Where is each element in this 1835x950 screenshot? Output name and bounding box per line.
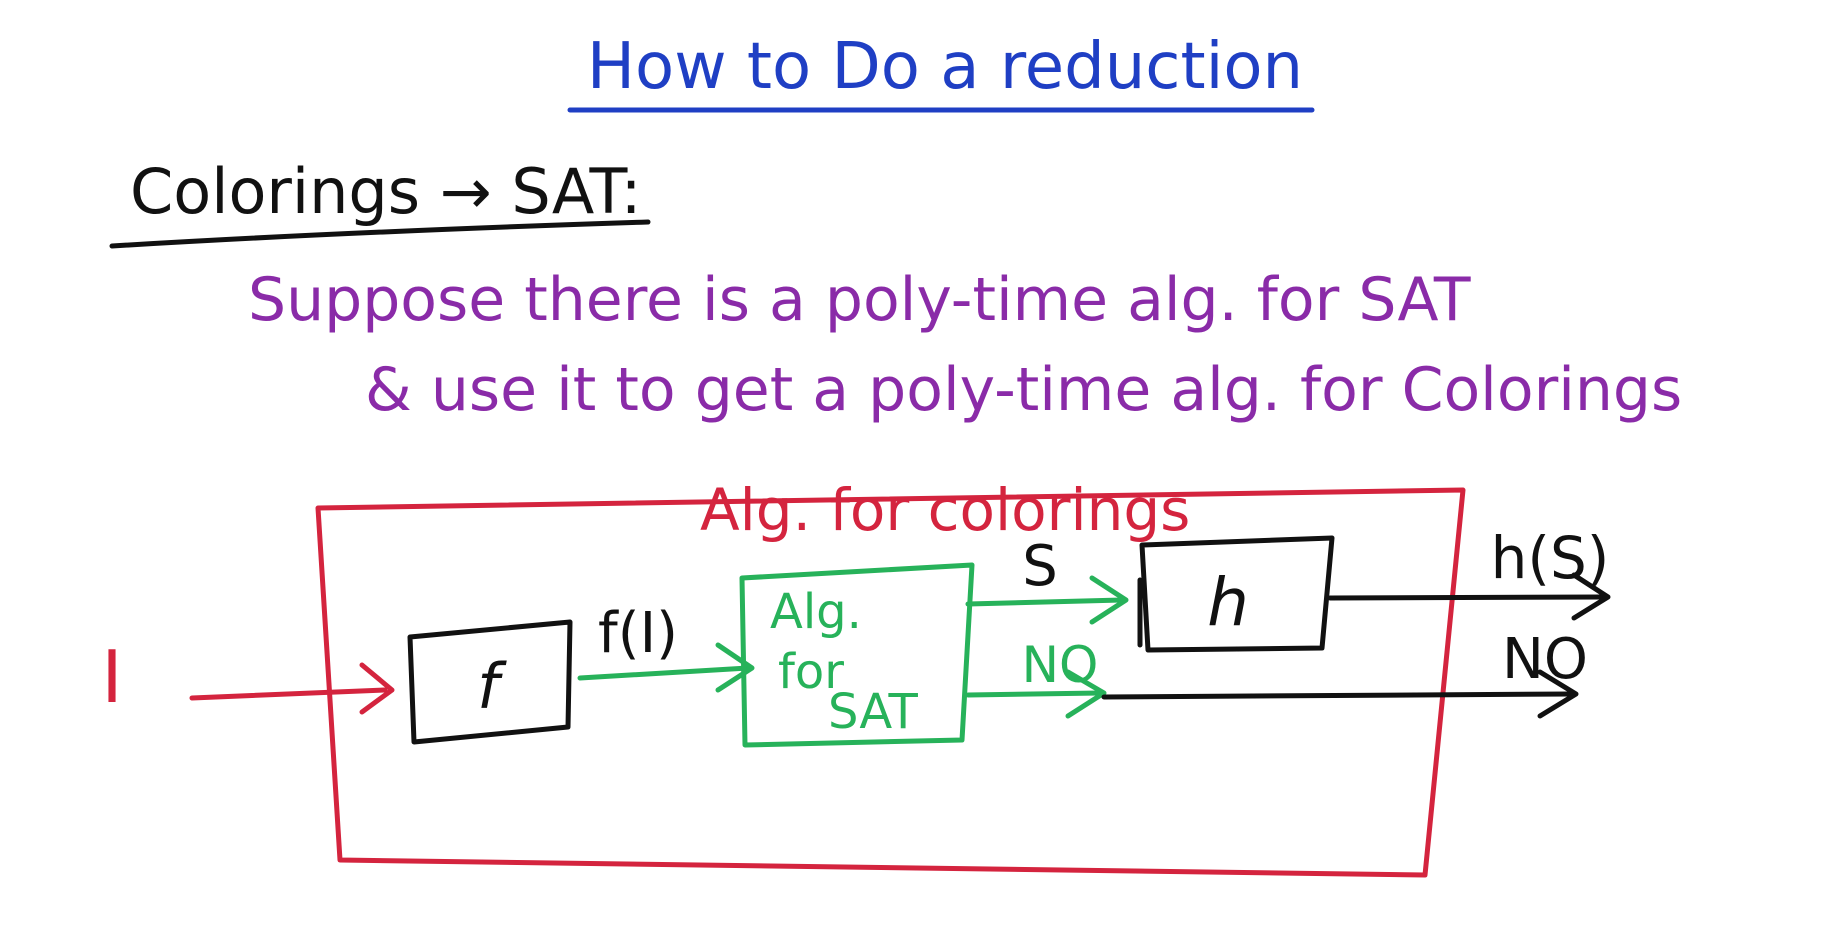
no-label-outer: NO (1502, 627, 1588, 692)
sat-no-arrow (965, 690, 1103, 698)
f-to-sat-arrow (577, 665, 751, 681)
sat-to-h-arrow (965, 597, 1125, 607)
colorings-box-label: Alg. for colorings (700, 476, 1190, 544)
h-box-label: h (1207, 564, 1249, 641)
sat-box-line-1: Alg. (770, 584, 862, 640)
statement-line-1: Suppose there is a poly-time alg. for SA… (248, 265, 1471, 335)
sat-box-line-3: SAT (828, 684, 918, 740)
solution-label: S (1022, 534, 1058, 599)
whiteboard-canvas: How to Do a reduction Colorings → SAT: S… (101, 30, 1682, 878)
h-output-arrow (1327, 594, 1605, 601)
h-output-label: h(S) (1491, 524, 1610, 592)
statement-line-2: & use it to get a poly-time alg. for Col… (365, 355, 1682, 425)
section-heading: Colorings → SAT: (130, 155, 641, 228)
input-arrow (189, 687, 388, 701)
f-box-label: f (477, 650, 507, 723)
slide-title: How to Do a reduction (587, 30, 1303, 104)
f-output-label: f(I) (598, 601, 678, 666)
input-label: I (101, 635, 122, 719)
no-output-arrow (1101, 691, 1573, 700)
